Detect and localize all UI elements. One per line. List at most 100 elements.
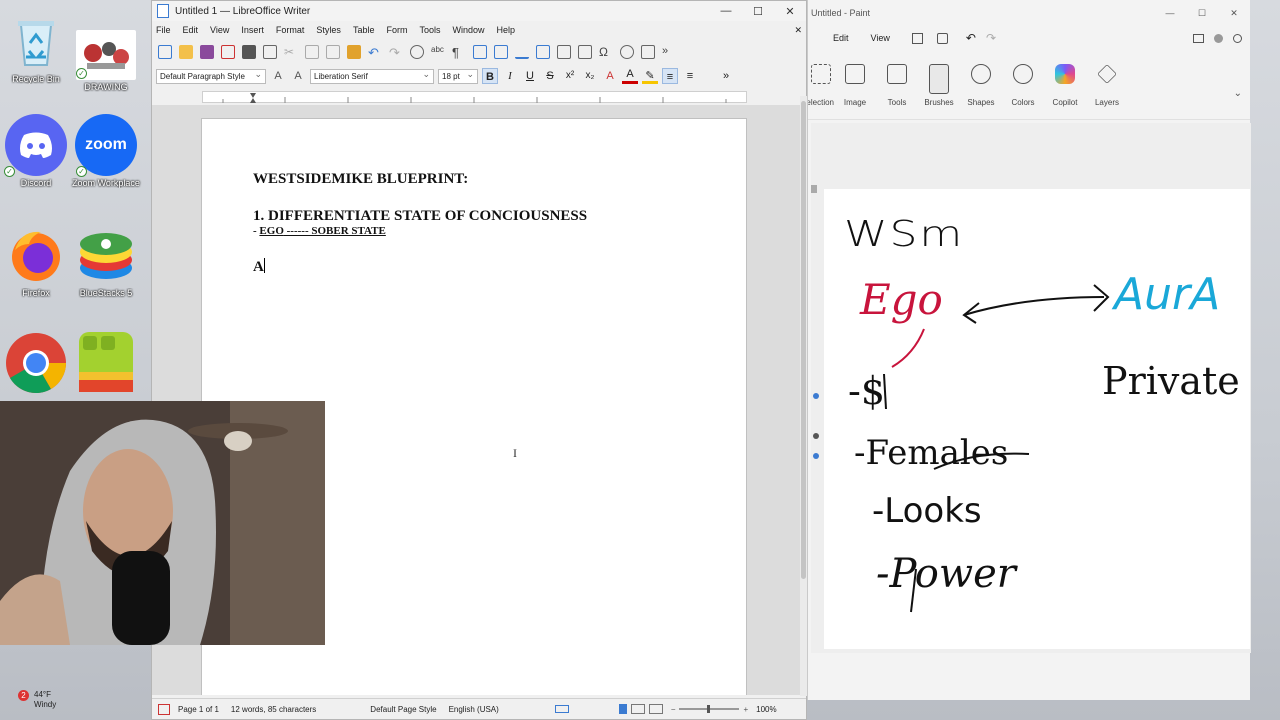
close-document-icon[interactable]: ✕ [794, 25, 802, 36]
maximize-icon[interactable]: ☐ [742, 5, 774, 18]
save-icon[interactable] [200, 45, 214, 59]
taskbar-weather[interactable]: 2 44°F Windy [18, 690, 56, 710]
menu-table[interactable]: Table [353, 25, 375, 35]
menu-form[interactable]: Form [386, 25, 407, 35]
new-style-icon[interactable]: A [290, 68, 306, 84]
status-page-style[interactable]: Default Page Style [370, 705, 436, 714]
ribbon-image[interactable]: Image [834, 60, 876, 107]
ribbon-expand-chevron-icon[interactable]: ⌄ [1234, 88, 1242, 99]
minimize-icon[interactable]: — [710, 5, 742, 17]
status-zoom[interactable]: 100% [756, 705, 776, 714]
insert-image-icon[interactable] [494, 45, 508, 59]
more-format-icon[interactable]: » [718, 68, 734, 84]
zoom-desktop-icon[interactable]: zoom Zoom Workplace ✓ [70, 114, 142, 188]
zoom-slider-handle[interactable] [707, 705, 711, 713]
subscript-icon[interactable]: x₂ [582, 68, 598, 84]
single-page-view-icon[interactable] [618, 704, 627, 714]
menu-insert[interactable]: Insert [241, 25, 264, 35]
book-view-icon[interactable] [648, 704, 663, 714]
paint-maximize-icon[interactable]: ☐ [1186, 8, 1218, 19]
highlight-color-icon[interactable]: ✎ [642, 68, 658, 84]
align-center-icon[interactable]: ≡ [682, 68, 698, 84]
horizontal-ruler[interactable] [202, 91, 747, 103]
paint-minimize-icon[interactable]: — [1154, 8, 1186, 18]
superscript-icon[interactable]: x² [562, 68, 578, 84]
paint-settings-icon[interactable] [1233, 33, 1242, 43]
print-icon[interactable] [242, 45, 256, 59]
zoom-in-icon[interactable]: + [743, 705, 748, 714]
open-folder-icon[interactable] [179, 45, 193, 59]
copy-icon[interactable] [305, 45, 319, 59]
paint-share-icon[interactable] [936, 32, 948, 44]
find-replace-icon[interactable] [410, 45, 424, 59]
ribbon-copilot[interactable]: Copilot [1044, 60, 1086, 107]
export-pdf-icon[interactable] [221, 45, 235, 59]
italic-button[interactable]: I [502, 68, 518, 84]
drawing-desktop-icon[interactable]: DRAWING ✓ [70, 10, 142, 92]
undo-icon[interactable]: ↶ [368, 45, 382, 60]
ribbon-colors[interactable]: Colors [1002, 60, 1044, 107]
multi-page-view-icon[interactable] [630, 704, 645, 714]
clone-formatting-icon[interactable] [347, 45, 361, 59]
insert-textbox-icon[interactable] [536, 45, 550, 59]
insert-chart-icon[interactable] [515, 45, 529, 59]
formatting-marks-icon[interactable]: ¶ [452, 45, 466, 60]
close-icon[interactable]: ✕ [774, 5, 806, 18]
zoom-indicator-icon[interactable] [813, 433, 819, 439]
font-color-icon[interactable]: A [622, 68, 638, 84]
menu-window[interactable]: Window [452, 25, 484, 35]
underline-button[interactable]: U [522, 68, 538, 84]
page-break-icon[interactable] [557, 45, 571, 59]
hyperlink-icon[interactable] [620, 45, 634, 59]
canvas-handle-icon[interactable] [813, 453, 819, 459]
font-name-select[interactable]: Liberation Serif [310, 68, 434, 84]
drawing-canvas[interactable]: WSm Ego AurA Private -$ -Females -Looks … [824, 189, 1250, 649]
redo-icon[interactable]: ↷ [389, 45, 403, 60]
insert-field-icon[interactable] [578, 45, 592, 59]
new-document-icon[interactable] [158, 45, 172, 59]
menu-edit[interactable]: Edit [183, 25, 199, 35]
paint-menu-view[interactable]: View [871, 33, 890, 43]
more-options-icon[interactable]: » [662, 45, 676, 59]
bluestacks-desktop-icon[interactable]: BlueStacks 5 [70, 224, 142, 298]
paragraph-style-select[interactable]: Default Paragraph Style [156, 68, 266, 84]
document-modified-icon[interactable] [158, 703, 170, 715]
bold-button[interactable]: B [482, 68, 498, 84]
ribbon-selection[interactable]: Selection [808, 60, 834, 107]
selection-mode-icon[interactable] [554, 705, 569, 713]
menu-help[interactable]: Help [496, 25, 515, 35]
strikethrough-button[interactable]: S [542, 68, 558, 84]
font-size-select[interactable]: 18 pt [438, 68, 478, 84]
paint-save-icon[interactable] [911, 32, 923, 44]
ribbon-tools[interactable]: Tools [876, 60, 918, 107]
clear-formatting-icon[interactable]: A [602, 68, 618, 84]
status-language[interactable]: English (USA) [449, 705, 499, 714]
recycle-bin-desktop-icon[interactable]: Recycle Bin [0, 10, 72, 84]
update-style-icon[interactable]: A [270, 68, 286, 84]
paint-account-icon[interactable] [1214, 33, 1223, 43]
ribbon-layers[interactable]: Layers [1086, 60, 1128, 107]
zoom-slider[interactable] [679, 705, 740, 713]
menu-tools[interactable]: Tools [419, 25, 440, 35]
paint-undo-icon[interactable]: ↶ [966, 31, 976, 45]
footnote-icon[interactable] [641, 45, 655, 59]
scrollbar-thumb[interactable] [801, 101, 806, 579]
align-left-icon[interactable]: ≡ [662, 68, 678, 84]
paint-redo-icon[interactable]: ↷ [986, 31, 996, 45]
menu-styles[interactable]: Styles [316, 25, 341, 35]
cut-icon[interactable]: ✂ [284, 45, 298, 59]
print-preview-icon[interactable] [263, 45, 277, 59]
menu-file[interactable]: File [156, 25, 171, 35]
chrome-desktop-icon[interactable] [0, 332, 72, 396]
paint-menu-edit[interactable]: Edit [833, 33, 849, 43]
paint-feedback-icon[interactable] [1193, 33, 1204, 43]
paint-close-icon[interactable]: ✕ [1218, 8, 1250, 19]
menu-format[interactable]: Format [276, 25, 305, 35]
paste-icon[interactable] [326, 45, 340, 59]
ribbon-shapes[interactable]: Shapes [960, 60, 1002, 107]
ribbon-brushes[interactable]: Brushes [918, 60, 960, 117]
status-page[interactable]: Page 1 of 1 [178, 705, 219, 714]
zoom-out-icon[interactable]: − [671, 705, 676, 714]
menu-view[interactable]: View [210, 25, 229, 35]
status-word-count[interactable]: 12 words, 85 characters [231, 705, 316, 714]
